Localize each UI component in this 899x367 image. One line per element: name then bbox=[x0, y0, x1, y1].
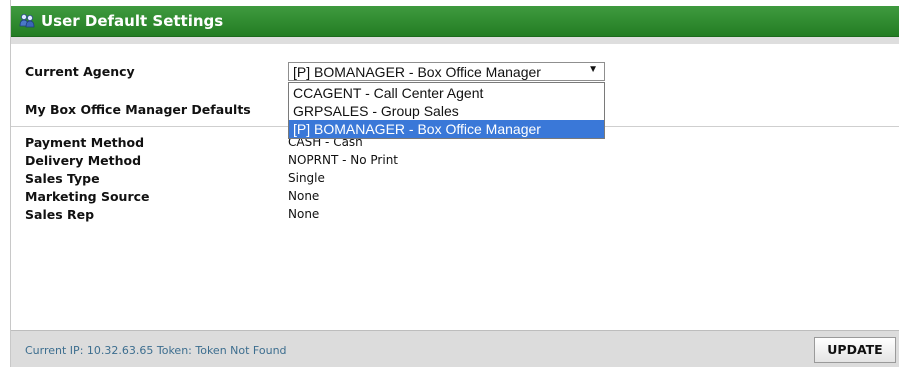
settings-panel: User Default Settings Current Agency [P]… bbox=[10, 0, 899, 367]
marketing-source-label: Marketing Source bbox=[25, 189, 150, 204]
footer-bar: Current IP: 10.32.63.65 Token: Token Not… bbox=[11, 330, 899, 367]
payment-method-label: Payment Method bbox=[25, 135, 145, 150]
connection-info: Current IP: 10.32.63.65 Token: Token Not… bbox=[25, 344, 287, 357]
current-agency-label: Current Agency bbox=[25, 64, 135, 79]
agency-option[interactable]: GRPSALES - Group Sales bbox=[289, 102, 604, 120]
agency-select-value: [P] BOMANAGER - Box Office Manager bbox=[293, 64, 541, 80]
page-title: User Default Settings bbox=[41, 12, 224, 30]
sales-rep-label: Sales Rep bbox=[25, 207, 95, 222]
delivery-method-value: NOPRNT - No Print bbox=[288, 153, 398, 167]
header-strip bbox=[11, 37, 899, 44]
title-bar: User Default Settings bbox=[11, 6, 899, 37]
sales-rep-value: None bbox=[288, 207, 320, 221]
sales-type-label: Sales Type bbox=[25, 171, 100, 186]
delivery-method-label: Delivery Method bbox=[25, 153, 142, 168]
marketing-source-value: None bbox=[288, 189, 320, 203]
dropdown-arrow-icon: ▼ bbox=[588, 64, 598, 75]
agency-option[interactable]: CCAGENT - Call Center Agent bbox=[289, 84, 604, 102]
agency-option-selected[interactable]: [P] BOMANAGER - Box Office Manager bbox=[289, 120, 604, 138]
agency-dropdown-list: CCAGENT - Call Center Agent GRPSALES - G… bbox=[288, 82, 605, 139]
users-icon bbox=[19, 13, 35, 29]
agency-select[interactable]: [P] BOMANAGER - Box Office Manager ▼ bbox=[288, 62, 605, 81]
defaults-heading: My Box Office Manager Defaults bbox=[25, 102, 251, 117]
sales-type-value: Single bbox=[288, 171, 325, 185]
update-button[interactable]: UPDATE bbox=[814, 337, 896, 363]
